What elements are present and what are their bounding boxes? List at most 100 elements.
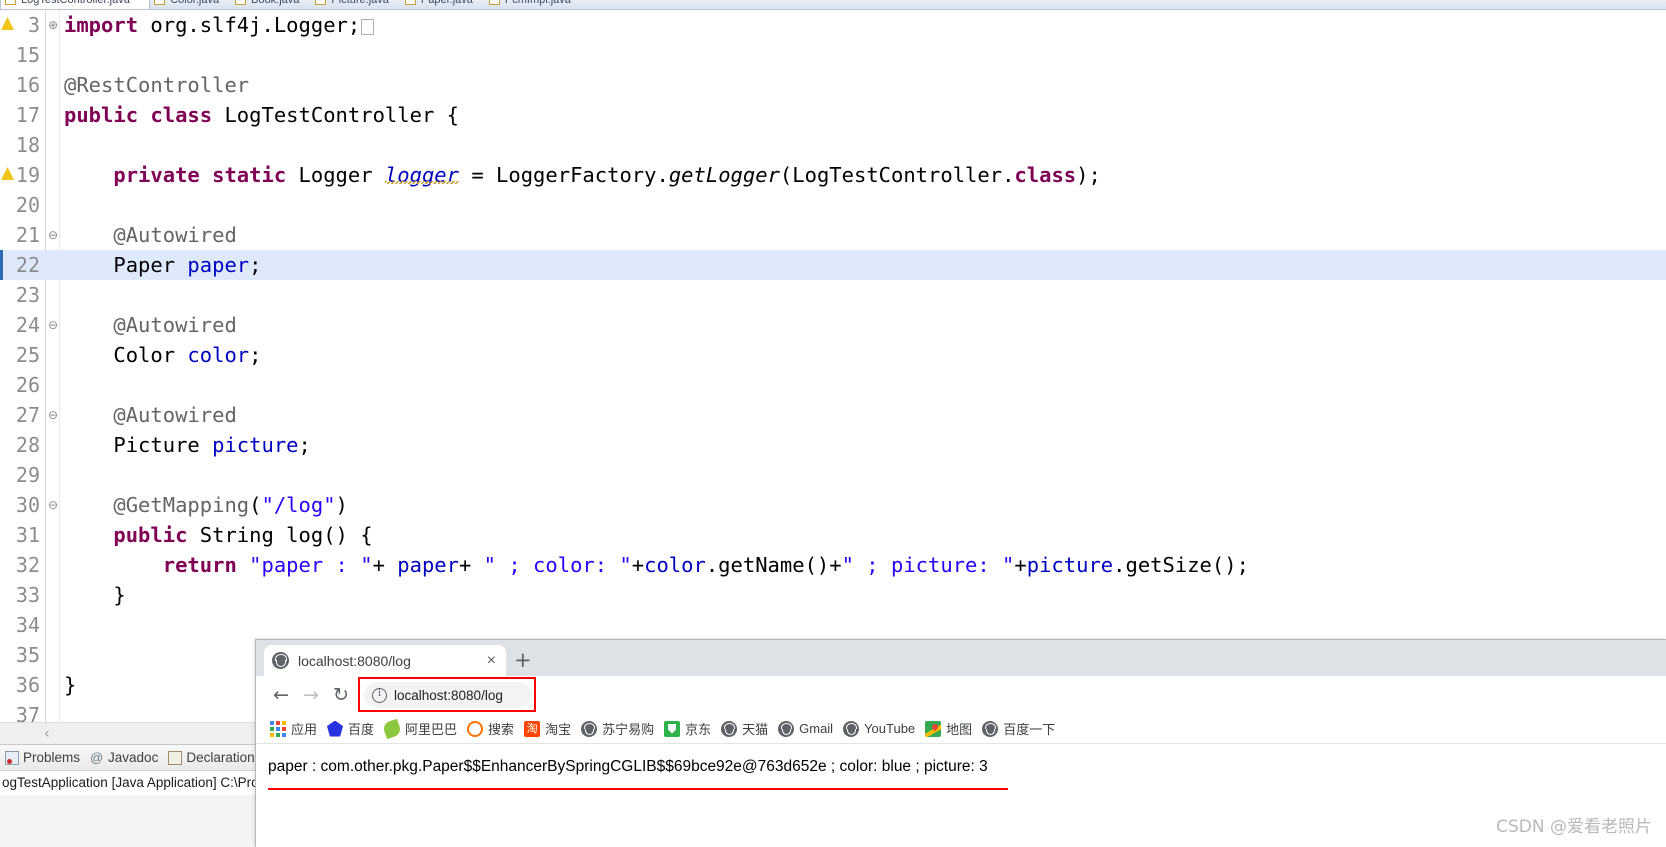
code-token: public xyxy=(64,103,139,127)
forward-arrow-icon[interactable]: → xyxy=(296,680,326,710)
bookmark-item-6[interactable]: 苏宁易购 xyxy=(581,719,654,738)
code-token: picture xyxy=(1026,553,1114,577)
page-content: paper : com.other.pkg.Paper$$EnhancerByS… xyxy=(256,744,1666,847)
code-token: } xyxy=(64,673,77,697)
fold-toggle-icon[interactable]: ⊖ xyxy=(46,220,60,250)
code-line-18[interactable]: 18 xyxy=(0,130,1666,160)
code-line-28[interactable]: 28 Picture picture; xyxy=(0,430,1666,460)
code-line-34[interactable]: 34 xyxy=(0,610,1666,640)
code-line-26[interactable]: 26 xyxy=(0,370,1666,400)
code-line-22[interactable]: 22 Paper paper; xyxy=(0,250,1666,280)
code-line-30[interactable]: 30 ⊖ @GetMapping("/log") xyxy=(0,490,1666,520)
bookmark-item-2[interactable]: 百度 xyxy=(327,719,374,738)
code-line-33[interactable]: 33 } xyxy=(0,580,1666,610)
view-tab-declaration[interactable]: Declaration xyxy=(163,750,255,765)
bookmark-item-4[interactable]: 搜索 xyxy=(467,719,514,738)
code-token: + xyxy=(372,553,398,577)
address-bar-url: localhost:8080/log xyxy=(394,687,503,703)
collapsed-imports-icon[interactable] xyxy=(361,19,375,35)
address-bar[interactable]: localhost:8080/log xyxy=(364,682,532,708)
code-line-32[interactable]: 32 return "paper : "+ paper+ " ; color: … xyxy=(0,550,1666,580)
line-number: 20 xyxy=(15,193,40,217)
fold-toggle-icon[interactable]: ⊖ xyxy=(46,490,60,520)
editor-horizontal-scrollbar[interactable]: ‹ xyxy=(0,722,255,744)
code-token: "paper : " xyxy=(249,553,373,577)
code-line-23[interactable]: 23 xyxy=(0,280,1666,310)
globe-icon xyxy=(272,652,289,669)
view-tab-javadoc[interactable]: @ Javadoc xyxy=(85,750,163,765)
view-tab-problems[interactable]: Problems xyxy=(0,750,85,765)
code-token: Color xyxy=(64,343,188,367)
code-token: color xyxy=(187,343,250,367)
code-line-17[interactable]: 17 public class LogTestController { xyxy=(0,100,1666,130)
declaration-icon xyxy=(168,750,183,765)
editor-tab-label: PcmImpl.java xyxy=(504,0,571,6)
code-line-24[interactable]: 24 ⊖ @Autowired xyxy=(0,310,1666,340)
problems-icon xyxy=(5,750,19,765)
info-circle-icon[interactable] xyxy=(372,687,387,703)
view-tab-label: Declaration xyxy=(186,750,255,765)
view-tab-strip[interactable]: Problems @ Javadoc Declaration xyxy=(0,745,255,771)
bookmark-item-11[interactable]: 地图 xyxy=(925,719,972,738)
code-line-text: Picture picture; xyxy=(64,430,311,460)
fold-toggle-icon[interactable]: ⊖ xyxy=(46,310,60,340)
code-editor[interactable]: 3 ⊕ import org.slf4j.Logger; 15 16 @RestContr… xyxy=(0,10,1666,722)
browser-tab-active[interactable]: localhost:8080/log × xyxy=(264,645,506,676)
code-token: } xyxy=(64,583,126,607)
code-line-19[interactable]: 19 private static Logger logger = Logger… xyxy=(0,160,1666,190)
code-token: @RestController xyxy=(64,73,250,97)
code-line-3[interactable]: 3 ⊕ import org.slf4j.Logger; xyxy=(0,10,1666,40)
line-number: 24 xyxy=(15,313,40,337)
fold-toggle-icon[interactable]: ⊖ xyxy=(46,400,60,430)
editor-tab-strip[interactable]: LogTestController.java * Color.java Book.j… xyxy=(0,0,1666,10)
bookmarks-bar[interactable]: 应用 百度 阿里巴巴 搜索淘淘宝 苏宁易购 京东 天猫 Gmail YouTube 地图 百度一下 xyxy=(256,714,1666,744)
globe-icon xyxy=(843,720,860,737)
code-line-20[interactable]: 20 xyxy=(0,190,1666,220)
fold-toggle-icon[interactable]: ⊕ xyxy=(46,10,60,40)
editor-tab-6[interactable]: PcmImpl.java xyxy=(485,0,583,9)
bookmark-item-7[interactable]: 京东 xyxy=(664,719,711,738)
editor-tab-label: LogTestController.java * xyxy=(21,0,138,6)
code-line-31[interactable]: 31 public String log() { xyxy=(0,520,1666,550)
code-line-text: @Autowired xyxy=(64,400,236,430)
line-number: 21 xyxy=(15,223,40,247)
code-line-25[interactable]: 25 Color color; xyxy=(0,340,1666,370)
code-line-29[interactable]: 29 xyxy=(0,460,1666,490)
line-number: 34 xyxy=(15,613,40,637)
bookmark-item-3[interactable]: 阿里巴巴 xyxy=(381,718,457,739)
code-line-16[interactable]: 16 @RestController xyxy=(0,70,1666,100)
close-icon[interactable]: × xyxy=(485,652,498,669)
code-token: String log() { xyxy=(187,523,373,547)
bookmark-item-8[interactable]: 天猫 xyxy=(721,719,768,738)
bookmark-label: Gmail xyxy=(799,721,834,736)
reload-icon[interactable]: ↻ xyxy=(326,680,356,710)
back-arrow-icon[interactable]: ← xyxy=(266,680,296,710)
code-line-27[interactable]: 27 ⊖ @Autowired xyxy=(0,400,1666,430)
code-line-15[interactable]: 15 xyxy=(0,40,1666,70)
bookmark-item-5[interactable]: 淘淘宝 xyxy=(524,719,571,738)
scroll-left-arrow-icon[interactable]: ‹ xyxy=(44,726,50,742)
editor-tab-3[interactable]: Book.java xyxy=(231,0,311,9)
code-lines-container[interactable]: 3 ⊕ import org.slf4j.Logger; 15 16 @RestContr… xyxy=(0,10,1666,722)
new-tab-button[interactable]: + xyxy=(514,649,532,671)
bookmark-item-12[interactable]: 百度一下 xyxy=(982,719,1055,738)
editor-tab-1[interactable]: LogTestController.java * xyxy=(0,0,151,9)
editor-tab-5[interactable]: Paper.java xyxy=(401,0,485,9)
bookmark-item-1[interactable]: 应用 xyxy=(270,719,317,738)
bookmark-item-9[interactable]: Gmail xyxy=(778,720,834,737)
omnibox-wrapper[interactable]: localhost:8080/log xyxy=(358,677,536,712)
chrome-tab-strip[interactable]: localhost:8080/log × + xyxy=(256,640,1666,676)
code-token: ( xyxy=(249,493,262,517)
editor-tab-label: Picture.java xyxy=(331,0,389,6)
line-number: 28 xyxy=(15,433,40,457)
code-line-21[interactable]: 21 ⊖ @Autowired xyxy=(0,220,1666,250)
bookmark-item-10[interactable]: YouTube xyxy=(843,720,915,737)
code-token: ) xyxy=(335,493,348,517)
code-token: logger xyxy=(384,163,459,187)
editor-tab-2[interactable]: Color.java xyxy=(150,0,231,9)
editor-tab-4[interactable]: Picture.java xyxy=(311,0,400,9)
code-token: ); xyxy=(1076,163,1101,187)
editor-tab-label: Color.java xyxy=(170,0,220,6)
java-file-icon xyxy=(154,0,166,5)
